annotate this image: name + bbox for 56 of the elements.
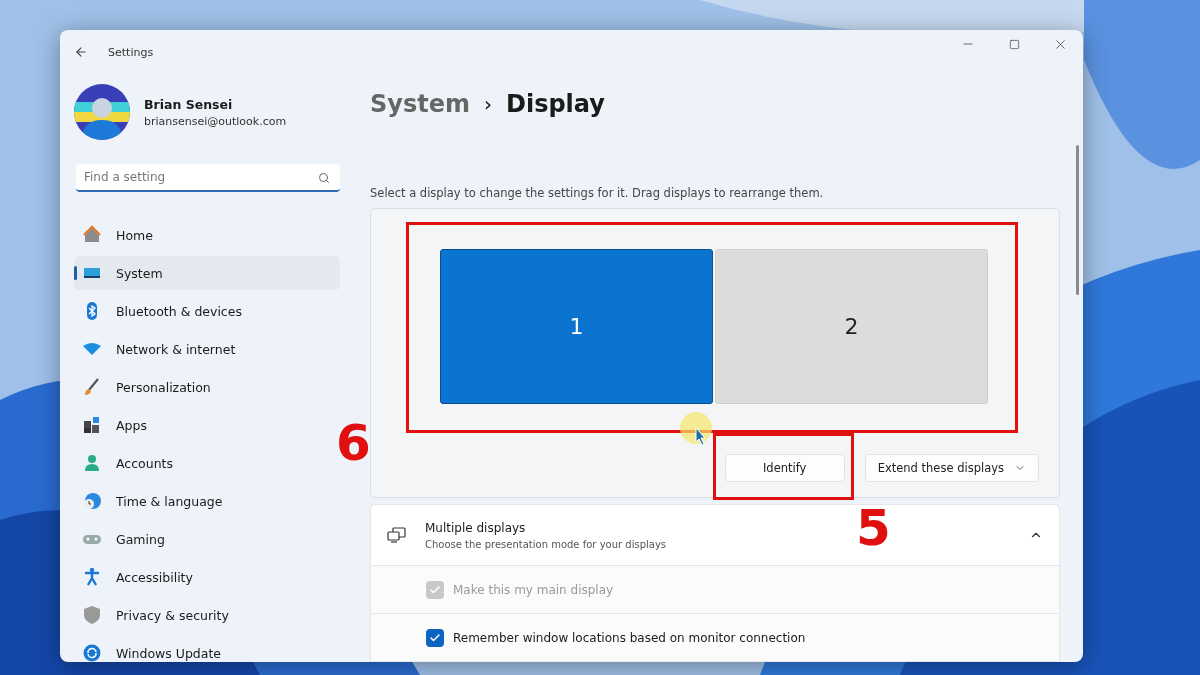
nav-item[interactable]: Gaming <box>74 522 340 556</box>
nav-label: Network & internet <box>116 341 236 357</box>
nav-label: Home <box>116 227 153 243</box>
monitors-icon <box>387 527 407 543</box>
breadcrumb-item[interactable]: Display <box>506 90 605 118</box>
maximize-icon[interactable] <box>1008 38 1020 50</box>
nav-label: Personalization <box>116 379 211 395</box>
profile-name: Brian Sensei <box>144 96 234 112</box>
nav-label: System <box>116 265 163 281</box>
nav-icon <box>82 567 102 587</box>
search-field[interactable]: Find a setting <box>76 164 340 192</box>
nav-label: Apps <box>116 417 147 433</box>
checkbox-label: Remember window locations based on monitor connection <box>453 630 806 645</box>
checkmark-icon <box>429 631 441 644</box>
nav-icon <box>82 453 102 473</box>
display-tile[interactable]: 2 <box>715 249 988 404</box>
profile-email: briansensei@outlook.com <box>144 114 287 128</box>
identify-button[interactable]: Identify <box>724 454 845 482</box>
nav-label: Bluetooth & devices <box>116 303 242 319</box>
nav-icon <box>82 643 102 662</box>
nav-item[interactable]: Network & internet <box>74 332 340 366</box>
nav-icon <box>82 415 102 435</box>
breadcrumb-item[interactable]: System <box>370 90 470 118</box>
search-icon <box>318 172 330 184</box>
checkmark-icon <box>429 583 441 596</box>
nav-label: Gaming <box>116 531 165 547</box>
checkbox-label: Make this my main display <box>453 582 614 597</box>
scrollbar[interactable] <box>1076 145 1079 295</box>
section-subtitle: Choose the presentation mode for your displays <box>425 538 667 550</box>
nav-label: Time & language <box>116 493 223 509</box>
nav-item[interactable]: Personalization <box>74 370 340 404</box>
annotation-number: 5 <box>856 503 891 553</box>
nav-item[interactable]: System <box>74 256 340 290</box>
nav-icon <box>82 605 102 625</box>
nav-item[interactable]: Time & language <box>74 484 340 518</box>
display-mode-dropdown[interactable]: Extend these displays <box>864 454 1039 482</box>
breadcrumb-separator: › <box>484 92 492 116</box>
section-title: Multiple displays <box>425 520 527 535</box>
nav-icon <box>82 377 102 397</box>
nav-item[interactable]: Home <box>74 218 340 252</box>
nav-label: Privacy & security <box>116 607 229 623</box>
nav-label: Accounts <box>116 455 173 471</box>
nav-icon <box>82 225 102 245</box>
nav-item[interactable]: Privacy & security <box>74 598 340 632</box>
nav-label: Accessibility <box>116 569 193 585</box>
window-title: Settings <box>108 45 155 59</box>
display-tile[interactable]: 1 <box>440 249 713 404</box>
avatar-icon <box>74 84 130 140</box>
nav-icon <box>82 491 102 511</box>
nav-item[interactable]: Bluetooth & devices <box>74 294 340 328</box>
nav-item[interactable]: Windows Update <box>74 636 340 662</box>
back-icon[interactable] <box>74 45 88 59</box>
description-text: Select a display to change the settings for it. Drag displays to rearrange them. <box>370 186 825 200</box>
checkbox[interactable] <box>426 628 444 647</box>
nav-item[interactable]: Accessibility <box>74 560 340 594</box>
nav-label: Windows Update <box>116 645 222 661</box>
